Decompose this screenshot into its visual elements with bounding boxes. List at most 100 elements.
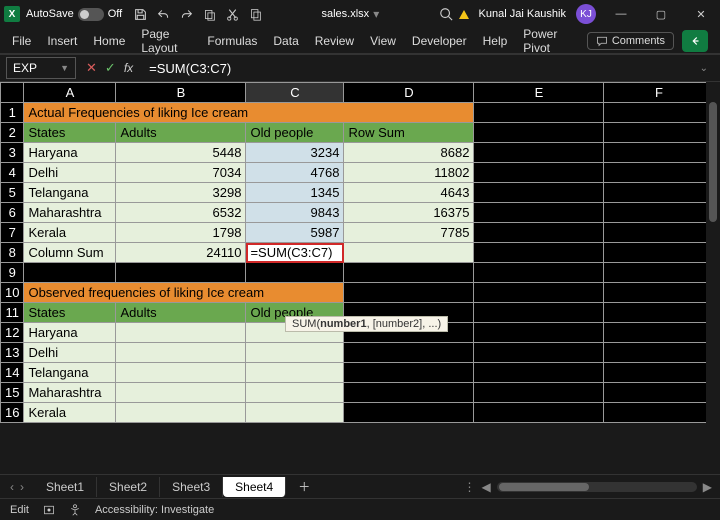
sheet-nav-prev-icon[interactable]: ‹ xyxy=(10,480,14,494)
cell[interactable] xyxy=(604,383,714,403)
tab-page-layout[interactable]: Page Layout xyxy=(141,27,191,55)
cell[interactable]: Adults xyxy=(116,123,246,143)
avatar[interactable]: KJ xyxy=(576,4,596,24)
cell[interactable] xyxy=(474,163,604,183)
add-sheet-button[interactable]: ＋ xyxy=(286,478,322,495)
cell[interactable] xyxy=(344,403,474,423)
cell[interactable]: Old people xyxy=(246,123,344,143)
chevron-down-icon[interactable]: ▼ xyxy=(60,63,69,73)
cell[interactable]: 7034 xyxy=(116,163,246,183)
cell[interactable] xyxy=(474,203,604,223)
cell[interactable] xyxy=(344,283,474,303)
tab-view[interactable]: View xyxy=(370,34,396,48)
cell[interactable] xyxy=(474,143,604,163)
cell[interactable]: 11802 xyxy=(344,163,474,183)
copy-icon[interactable] xyxy=(249,8,262,21)
cell[interactable] xyxy=(474,403,604,423)
autosave-toggle[interactable]: AutoSave Off xyxy=(26,8,122,21)
cell[interactable] xyxy=(604,123,714,143)
scroll-left-icon[interactable]: ◀ xyxy=(482,480,491,494)
cell[interactable] xyxy=(474,263,604,283)
cell[interactable] xyxy=(604,283,714,303)
warning-icon[interactable] xyxy=(459,10,469,19)
col-header[interactable]: C xyxy=(246,83,344,103)
row-header[interactable]: 10 xyxy=(1,283,24,303)
undo-icon[interactable] xyxy=(157,8,170,21)
cell[interactable]: Delhi xyxy=(24,163,116,183)
cell[interactable] xyxy=(604,223,714,243)
row-header[interactable]: 6 xyxy=(1,203,24,223)
cell[interactable] xyxy=(474,103,604,123)
cell[interactable]: 8682 xyxy=(344,143,474,163)
cell[interactable]: Actual Frequencies of liking Ice cream xyxy=(24,103,474,123)
expand-formula-icon[interactable]: ⌄ xyxy=(700,63,714,74)
row-header[interactable]: 9 xyxy=(1,263,24,283)
cell[interactable] xyxy=(604,163,714,183)
cell[interactable]: 5987 xyxy=(246,223,344,243)
col-header[interactable]: E xyxy=(474,83,604,103)
cell[interactable]: Maharashtra xyxy=(24,203,116,223)
cell[interactable] xyxy=(604,103,714,123)
cell[interactable] xyxy=(246,343,344,363)
cell[interactable] xyxy=(344,363,474,383)
comments-button[interactable]: Comments xyxy=(587,32,674,50)
formula-input[interactable]: =SUM(C3:C7) xyxy=(143,57,693,79)
scroll-right-icon[interactable]: ▶ xyxy=(703,480,712,494)
cell[interactable]: Haryana xyxy=(24,323,116,343)
search-icon[interactable] xyxy=(439,7,453,21)
spreadsheet-grid[interactable]: A B C D E F 1 Actual Frequencies of liki… xyxy=(0,82,720,423)
cell[interactable]: Delhi xyxy=(24,343,116,363)
cell[interactable]: 1798 xyxy=(116,223,246,243)
row-header[interactable]: 16 xyxy=(1,403,24,423)
row-header[interactable]: 4 xyxy=(1,163,24,183)
cell[interactable]: States xyxy=(24,303,116,323)
row-header[interactable]: 5 xyxy=(1,183,24,203)
share-button[interactable] xyxy=(682,30,708,52)
cell[interactable] xyxy=(604,203,714,223)
sheet-tab[interactable]: Sheet1 xyxy=(34,477,97,497)
tab-data[interactable]: Data xyxy=(273,34,298,48)
row-header[interactable]: 11 xyxy=(1,303,24,323)
cell[interactable] xyxy=(116,363,246,383)
cell[interactable]: 24110 xyxy=(116,243,246,263)
cell[interactable] xyxy=(474,363,604,383)
vertical-scrollbar[interactable] xyxy=(706,82,720,474)
cell[interactable] xyxy=(474,223,604,243)
tab-review[interactable]: Review xyxy=(315,34,354,48)
row-header[interactable]: 2 xyxy=(1,123,24,143)
cell[interactable]: 1345 xyxy=(246,183,344,203)
cell[interactable] xyxy=(344,243,474,263)
cell[interactable] xyxy=(344,263,474,283)
toggle-icon[interactable] xyxy=(78,8,104,21)
cell[interactable]: Column Sum xyxy=(24,243,116,263)
row-header[interactable]: 7 xyxy=(1,223,24,243)
minimize-button[interactable]: — xyxy=(606,8,636,20)
cell[interactable] xyxy=(116,263,246,283)
cell[interactable] xyxy=(246,383,344,403)
tab-insert[interactable]: Insert xyxy=(47,34,77,48)
row-header[interactable]: 1 xyxy=(1,103,24,123)
enter-formula-icon[interactable]: ✓ xyxy=(105,60,116,76)
fx-icon[interactable]: fx xyxy=(124,61,133,75)
select-all-corner[interactable] xyxy=(1,83,24,103)
cell[interactable]: Kerala xyxy=(24,403,116,423)
cell[interactable]: 4643 xyxy=(344,183,474,203)
tab-developer[interactable]: Developer xyxy=(412,34,467,48)
row-header[interactable]: 13 xyxy=(1,343,24,363)
sheet-tab[interactable]: Sheet3 xyxy=(160,477,223,497)
cell[interactable]: Haryana xyxy=(24,143,116,163)
cell[interactable]: 9843 xyxy=(246,203,344,223)
close-button[interactable]: ✕ xyxy=(686,8,716,21)
row-header[interactable]: 3 xyxy=(1,143,24,163)
tab-help[interactable]: Help xyxy=(483,34,508,48)
user-name[interactable]: Kunal Jai Kaushik xyxy=(479,8,566,20)
cell[interactable] xyxy=(474,243,604,263)
cell[interactable] xyxy=(24,263,116,283)
cell[interactable] xyxy=(604,183,714,203)
macro-record-icon[interactable] xyxy=(43,504,55,516)
cell[interactable] xyxy=(604,343,714,363)
cell[interactable]: States xyxy=(24,123,116,143)
cell[interactable] xyxy=(474,123,604,143)
cell[interactable] xyxy=(604,303,714,323)
cell[interactable] xyxy=(116,323,246,343)
